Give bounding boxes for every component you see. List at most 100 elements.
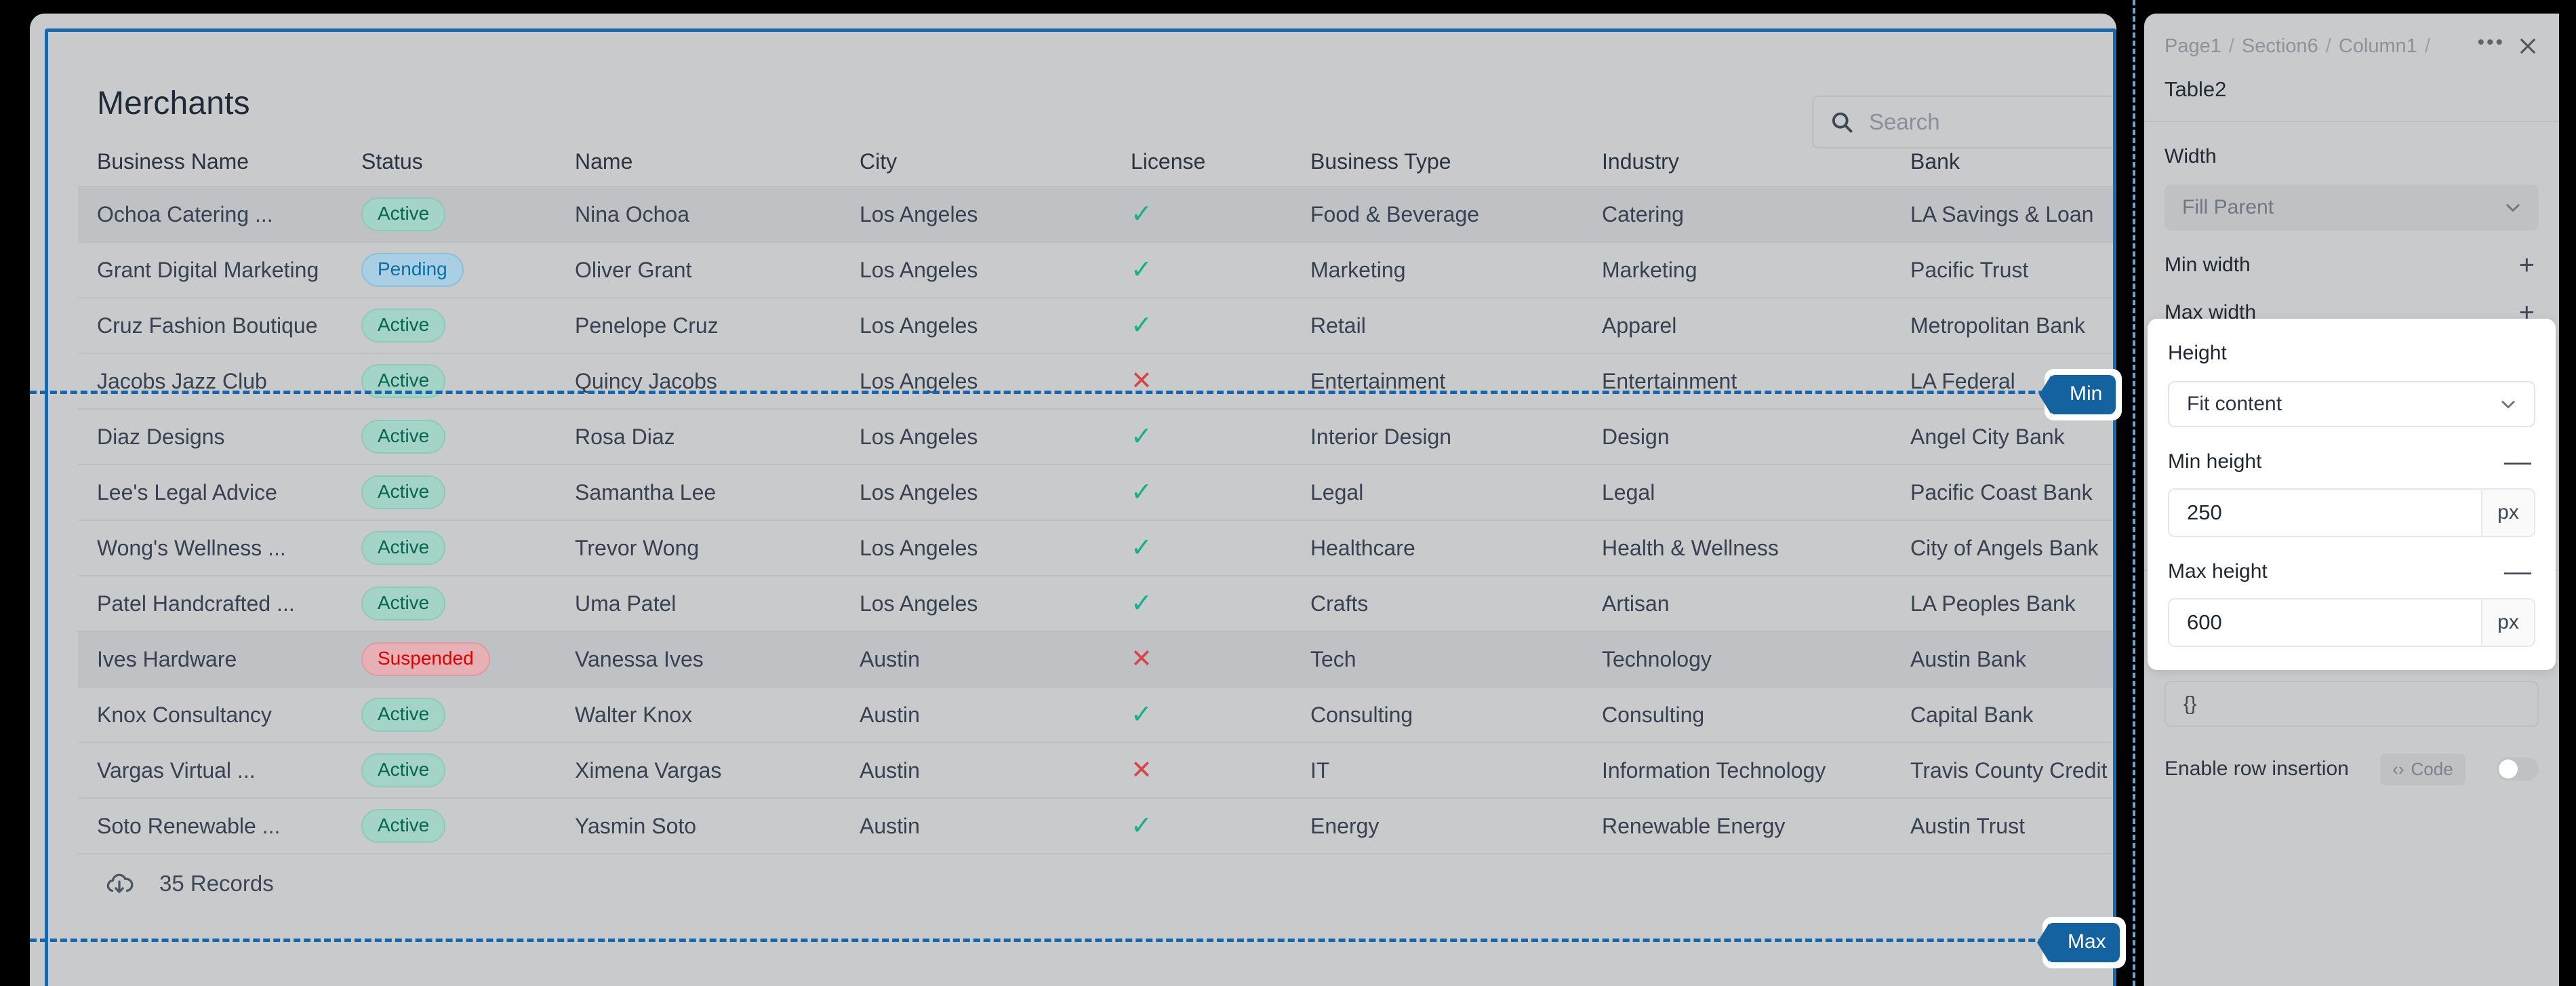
- cell-name: Oliver Grant: [575, 257, 692, 282]
- min-height-value: 250: [2187, 500, 2222, 524]
- cell-business-type: Energy: [1310, 813, 1380, 838]
- cell-status: Active: [342, 753, 556, 788]
- search-icon: [1830, 110, 1854, 134]
- license-check-icon: ✓: [1131, 702, 1152, 728]
- cell-bank: City of Angels Bank: [1910, 535, 2099, 560]
- table-row[interactable]: Cruz Fashion Boutique Active Penelope Cruz…: [78, 298, 2116, 354]
- records-count: 35 Records: [159, 871, 274, 896]
- code-chip-button[interactable]: ‹› Code: [2380, 753, 2466, 785]
- cell-business-type: Legal: [1310, 479, 1364, 505]
- search-placeholder: Search: [1869, 109, 1940, 134]
- table-row[interactable]: Ochoa Catering ... Active Nina Ochoa Los An…: [78, 187, 2116, 243]
- license-check-icon: ✓: [1131, 257, 1152, 283]
- table-footer: 35 Records: [78, 854, 2116, 913]
- status-badge: Active: [361, 530, 446, 566]
- default-filters-value: {}: [2183, 692, 2197, 715]
- height-select[interactable]: Fit content: [2168, 381, 2535, 427]
- remove-max-height-button[interactable]: —: [2504, 558, 2535, 585]
- width-select[interactable]: Fill Parent: [2165, 184, 2539, 231]
- breadcrumb-item-section6[interactable]: Section6: [2242, 35, 2318, 58]
- column-header-city[interactable]: City: [841, 149, 1112, 174]
- cell-bank: Travis County Credit ...: [1910, 757, 2116, 783]
- max-height-row: Max height —: [2168, 555, 2535, 589]
- cell-city: Austin: [860, 702, 920, 727]
- height-value: Fit content: [2187, 393, 2282, 415]
- table-row[interactable]: Vargas Virtual ... Active Ximena Vargas Aus…: [78, 743, 2116, 799]
- add-min-width-button[interactable]: +: [2519, 252, 2539, 279]
- cloud-download-icon[interactable]: [104, 868, 135, 899]
- cell-status: Active: [342, 530, 556, 566]
- column-header-industry[interactable]: Industry: [1583, 149, 1891, 174]
- cell-name: Nina Ochoa: [575, 201, 689, 226]
- merchants-grid: Business Name Status Name City License B…: [78, 137, 2116, 854]
- cell-business-name: Ochoa Catering ...: [97, 201, 273, 226]
- min-height-row: Min height —: [2168, 445, 2535, 479]
- enable-row-insertion-row: Enable row insertion ‹› Code: [2165, 750, 2539, 788]
- table-row[interactable]: Patel Handcrafted ... Active Uma Patel Los …: [78, 576, 2116, 632]
- cell-business-type: IT: [1310, 757, 1330, 783]
- table-row[interactable]: Soto Renewable ... Active Yasmin Soto Austi…: [78, 799, 2116, 854]
- table-header-bar: Merchants Search: [78, 45, 2116, 149]
- cell-business-type: Food & Beverage: [1310, 201, 1480, 226]
- max-height-input[interactable]: 600 px: [2168, 598, 2535, 647]
- table-row[interactable]: Diaz Designs Active Rosa Diaz Los Angeles ✓ I…: [78, 410, 2116, 465]
- enable-row-insertion-toggle[interactable]: [2497, 757, 2539, 781]
- remove-min-height-button[interactable]: —: [2504, 448, 2535, 475]
- search-input[interactable]: Search: [1812, 96, 2116, 149]
- table-row[interactable]: Lee's Legal Advice Active Samantha Lee Los …: [78, 465, 2116, 521]
- column-header-business-type[interactable]: Business Type: [1291, 149, 1583, 174]
- cell-name: Penelope Cruz: [575, 313, 719, 338]
- cell-industry: Information Technology: [1602, 757, 1826, 783]
- cell-city: Austin: [860, 813, 920, 838]
- min-badge-label: Min: [2070, 382, 2103, 405]
- cell-business-type: Healthcare: [1310, 535, 1415, 560]
- cell-city: Austin: [860, 646, 920, 671]
- cell-business-name: Knox Consultancy: [97, 702, 272, 727]
- table-row[interactable]: Wong's Wellness ... Active Trevor Wong Los …: [78, 521, 2116, 576]
- table-row[interactable]: Ives Hardware Suspended Vanessa Ives Austin…: [78, 632, 2116, 688]
- breadcrumb-item-column1[interactable]: Column1: [2339, 35, 2417, 58]
- cell-bank: LA Peoples Bank: [1910, 591, 2076, 616]
- min-height-unit: px: [2481, 490, 2534, 536]
- cell-status: Active: [342, 586, 556, 621]
- ellipsis-icon[interactable]: •••: [2477, 32, 2517, 54]
- cell-business-type: Tech: [1310, 646, 1356, 671]
- column-header-bank[interactable]: Bank: [1891, 149, 2116, 174]
- max-height-label: Max height: [2168, 560, 2268, 583]
- cell-bank: LA Savings & Loan: [1910, 201, 2094, 226]
- breadcrumb-item-page1[interactable]: Page1: [2165, 35, 2221, 58]
- cell-industry: Renewable Energy: [1602, 813, 1786, 838]
- min-height-guide-line: [30, 391, 2116, 394]
- column-header-license[interactable]: License: [1112, 149, 1291, 174]
- max-height-unit: px: [2481, 599, 2534, 646]
- cell-business-name: Vargas Virtual ...: [97, 757, 256, 783]
- default-filters-input[interactable]: {}: [2165, 681, 2539, 727]
- table-row[interactable]: Grant Digital Marketing Pending Oliver Gra…: [78, 243, 2116, 298]
- license-check-icon: ✓: [1131, 424, 1152, 450]
- license-check-icon: ✓: [1131, 479, 1152, 505]
- breadcrumb-separator: /: [2424, 35, 2430, 57]
- breadcrumb-separator: /: [2325, 35, 2331, 57]
- close-icon[interactable]: [2517, 35, 2539, 57]
- cell-business-name: Lee's Legal Advice: [97, 479, 277, 505]
- min-height-input[interactable]: 250 px: [2168, 488, 2535, 537]
- cell-business-name: Grant Digital Marketing: [97, 257, 319, 282]
- column-header-business-name[interactable]: Business Name: [78, 149, 342, 174]
- enable-row-insertion-label: Enable row insertion: [2165, 757, 2349, 780]
- cell-business-name: Soto Renewable ...: [97, 813, 281, 838]
- status-badge: Active: [361, 197, 446, 232]
- table-row[interactable]: Jacobs Jazz Club Active Quincy Jacobs Los A…: [78, 354, 2116, 410]
- cell-business-type: Crafts: [1310, 591, 1369, 616]
- column-header-name[interactable]: Name: [556, 149, 841, 174]
- column-header-status[interactable]: Status: [342, 149, 556, 174]
- cell-status: Active: [342, 308, 556, 343]
- width-label-row: Width: [2165, 140, 2539, 174]
- cell-industry: Artisan: [1602, 591, 1670, 616]
- cell-industry: Catering: [1602, 201, 1684, 226]
- cell-business-name: Jacobs Jazz Club: [97, 368, 267, 393]
- cell-city: Los Angeles: [860, 201, 978, 226]
- table-body: Ochoa Catering ... Active Nina Ochoa Los An…: [78, 187, 2116, 854]
- license-check-icon: ✓: [1131, 201, 1152, 227]
- cell-name: Trevor Wong: [575, 535, 700, 560]
- table-row[interactable]: Knox Consultancy Active Walter Knox Austin ✓…: [78, 688, 2116, 743]
